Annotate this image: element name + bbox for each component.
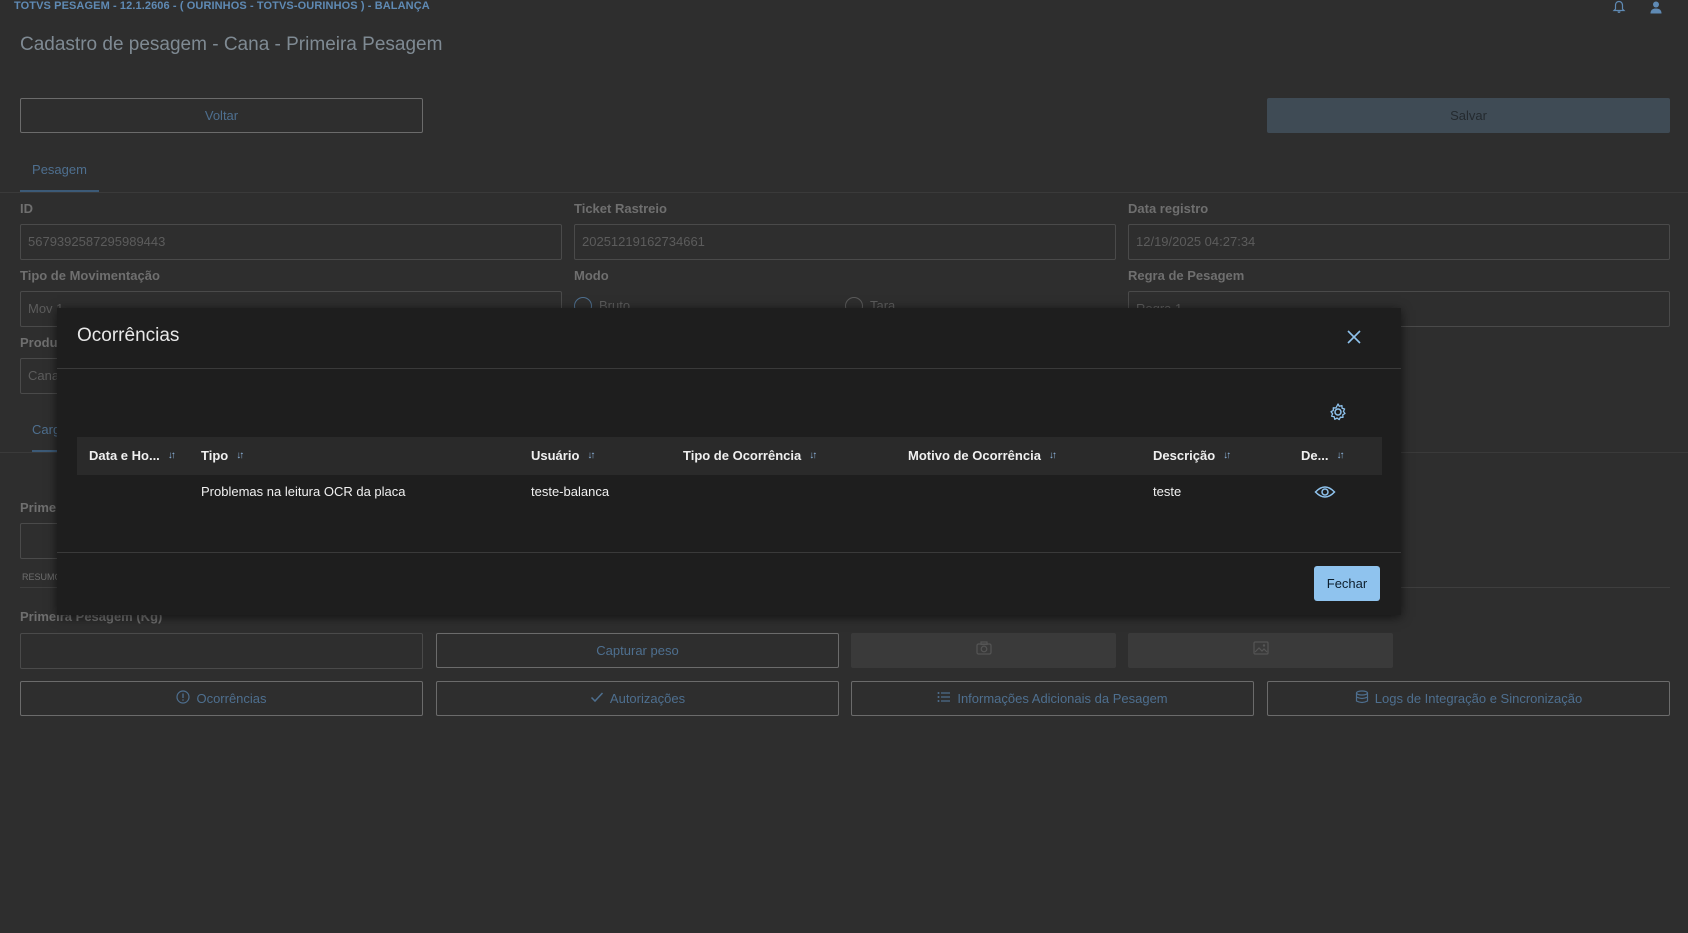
- extra-info-label: Informações Adicionais da Pesagem: [957, 691, 1168, 706]
- user-icon[interactable]: [1649, 0, 1663, 14]
- close-button[interactable]: Fechar: [1314, 566, 1380, 601]
- column-header-tipo[interactable]: Tipo ↓↑: [201, 437, 244, 475]
- id-label: ID: [20, 201, 33, 216]
- tab-pesagem[interactable]: Pesagem: [20, 158, 99, 192]
- list-icon: [937, 690, 951, 707]
- modal-title: Ocorrências: [77, 325, 180, 346]
- mode-label: Modo: [574, 268, 609, 283]
- first-weight-field[interactable]: [20, 633, 423, 669]
- summary-label: RESUMO: [22, 572, 62, 582]
- date-field[interactable]: 12/19/2025 04:27:34: [1128, 224, 1670, 260]
- column-usuario-label: Usuário: [531, 448, 580, 463]
- bell-icon[interactable]: [1612, 0, 1626, 14]
- gear-icon[interactable]: [1328, 402, 1348, 422]
- save-button[interactable]: Salvar: [1267, 98, 1670, 133]
- ticket-label: Ticket Rastreio: [574, 201, 667, 216]
- occurrences-button[interactable]: Ocorrências: [20, 681, 423, 716]
- top-bar: TOTVS PESAGEM - 12.1.2606 - ( OURINHOS -…: [0, 0, 1688, 14]
- movement-label: Tipo de Movimentação: [20, 268, 160, 283]
- back-button[interactable]: Voltar: [20, 98, 423, 133]
- column-header-details[interactable]: De... ↓↑: [1301, 437, 1344, 475]
- column-datetime-label: Data e Ho...: [89, 448, 160, 463]
- info-circle-icon: [176, 690, 191, 707]
- image-button[interactable]: [1128, 633, 1393, 668]
- cell-tipo: Problemas na leitura OCR da placa: [201, 484, 406, 499]
- logs-button[interactable]: Logs de Integração e Sincronização: [1267, 681, 1670, 716]
- modal-footer-divider: [57, 552, 1401, 553]
- rule-label: Regra de Pesagem: [1128, 268, 1245, 283]
- ticket-field[interactable]: 20251219162734661: [574, 224, 1116, 260]
- occurrences-label: Ocorrências: [196, 691, 267, 706]
- camera-icon: [975, 641, 992, 660]
- sort-icon[interactable]: ↓↑: [1049, 437, 1057, 475]
- extra-info-button[interactable]: Informações Adicionais da Pesagem: [851, 681, 1254, 716]
- logs-label: Logs de Integração e Sincronização: [1374, 691, 1583, 706]
- modal-header-divider: [57, 368, 1401, 369]
- date-label: Data registro: [1128, 201, 1209, 216]
- sort-icon[interactable]: ↓↑: [587, 437, 595, 475]
- column-header-usuario[interactable]: Usuário ↓↑: [531, 437, 595, 475]
- sort-icon[interactable]: ↓↑: [1223, 437, 1231, 475]
- column-header-tipo-ocorrencia[interactable]: Tipo de Ocorrência ↓↑: [683, 437, 817, 475]
- authorizations-button[interactable]: Autorizações: [436, 681, 839, 716]
- database-icon: [1355, 690, 1369, 707]
- sort-icon[interactable]: ↓↑: [236, 437, 244, 475]
- column-header-datetime[interactable]: Data e Ho... ↓↑: [89, 437, 176, 475]
- cell-descricao: teste: [1153, 484, 1182, 499]
- column-header-motivo[interactable]: Motivo de Ocorrência ↓↑: [908, 437, 1057, 475]
- column-descricao-label: Descrição: [1153, 448, 1216, 463]
- cell-usuario: teste-balanca: [531, 484, 610, 499]
- column-tipo-label: Tipo: [201, 448, 229, 463]
- check-icon: [590, 690, 604, 707]
- app-title: TOTVS PESAGEM - 12.1.2606 - ( OURINHOS -…: [14, 0, 430, 12]
- image-icon: [1252, 641, 1269, 660]
- column-motivo-label: Motivo de Ocorrência: [908, 448, 1041, 463]
- page-title: Cadastro de pesagem - Cana - Primeira Pe…: [20, 34, 443, 55]
- id-field[interactable]: 5679392587295989443: [20, 224, 562, 260]
- sort-icon[interactable]: ↓↑: [168, 437, 176, 475]
- table-header: Data e Ho... ↓↑ Tipo ↓↑ Usuário ↓↑ Tipo de …: [77, 437, 1382, 475]
- column-details-label: De...: [1301, 448, 1329, 463]
- column-header-descricao[interactable]: Descrição ↓↑: [1153, 437, 1231, 475]
- sort-icon[interactable]: ↓↑: [1336, 437, 1344, 475]
- capture-weight-button[interactable]: Capturar peso: [436, 633, 839, 668]
- first-label-short: Primei: [20, 500, 60, 515]
- tab-divider: [0, 192, 1688, 193]
- column-tipo-ocorrencia-label: Tipo de Ocorrência: [683, 448, 802, 463]
- eye-icon[interactable]: [1314, 484, 1336, 500]
- close-icon[interactable]: [1345, 328, 1363, 346]
- camera-button[interactable]: [851, 633, 1116, 668]
- authorizations-label: Autorizações: [609, 691, 686, 706]
- sort-icon[interactable]: ↓↑: [809, 437, 817, 475]
- occurrences-modal: Ocorrências Data e Ho... ↓↑ Tipo ↓↑ Usuári…: [57, 308, 1401, 615]
